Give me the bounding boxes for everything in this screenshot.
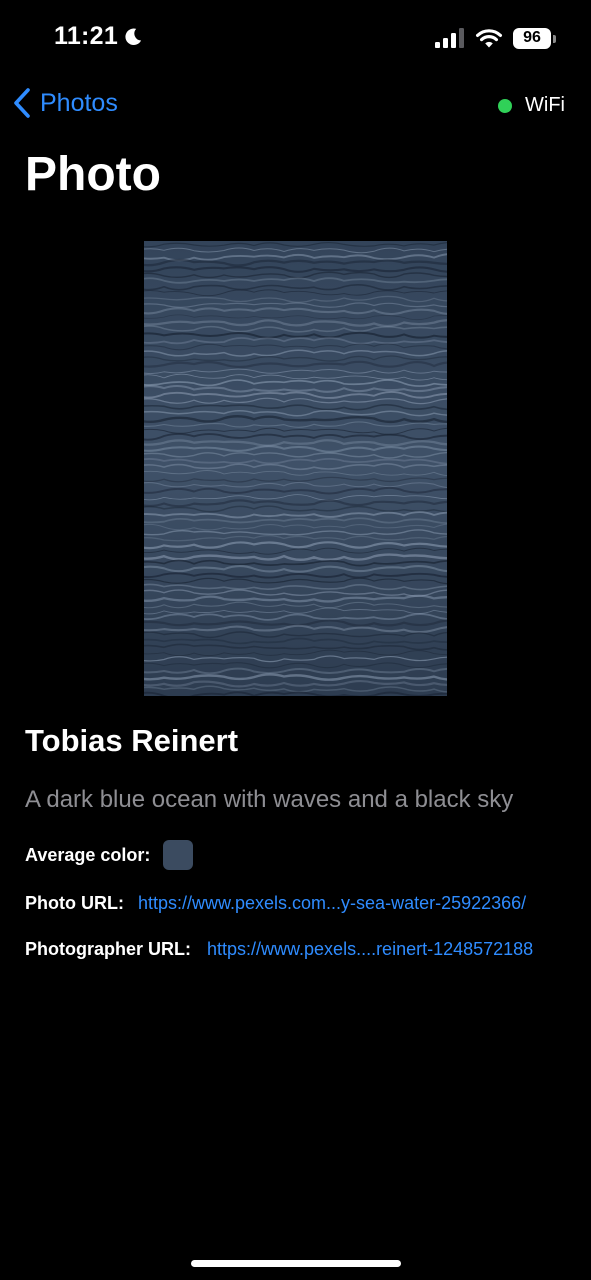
chevron-left-icon xyxy=(14,88,30,118)
average-color-row: Average color: xyxy=(25,840,194,870)
photographer-name: Tobias Reinert xyxy=(25,723,239,758)
average-color-label: Average color: xyxy=(25,844,151,865)
home-indicator[interactable] xyxy=(191,1260,401,1267)
navigation-bar: Photos WiFi xyxy=(0,84,591,128)
connection-status: WiFi xyxy=(498,94,565,117)
cellular-signal-icon xyxy=(435,28,464,48)
photo-url-link[interactable]: https://www.pexels.com...y-sea-water-259… xyxy=(138,893,526,914)
photo-url-row: Photo URL: https://www.pexels.com...y-se… xyxy=(25,893,526,914)
photographer-url-link[interactable]: https://www.pexels....reinert-1248572188 xyxy=(207,939,533,960)
battery-cap xyxy=(553,34,556,43)
wifi-icon xyxy=(476,29,502,48)
back-button[interactable]: Photos xyxy=(12,86,118,120)
photographer-url-label: Photographer URL: xyxy=(25,939,191,959)
moon-icon xyxy=(125,28,142,45)
status-time-group: 11:21 xyxy=(54,22,144,51)
battery-level: 96 xyxy=(523,29,541,46)
back-button-label: Photos xyxy=(40,88,118,117)
photographer-url-row: Photographer URL: https://www.pexels....… xyxy=(25,939,533,960)
battery-indicator: 96 xyxy=(513,27,556,49)
status-bar: 11:21 96 xyxy=(0,0,591,80)
ocean-waves-image xyxy=(144,241,447,696)
photo-url-label: Photo URL: xyxy=(25,893,124,913)
ocean-photo xyxy=(144,241,447,696)
status-time: 11:21 xyxy=(54,22,119,50)
photo-description: A dark blue ocean with waves and a black… xyxy=(25,786,514,813)
status-indicators: 96 xyxy=(433,27,556,49)
page-title: Photo xyxy=(25,148,161,201)
average-color-swatch xyxy=(163,840,194,870)
connection-status-dot xyxy=(498,98,513,113)
connection-status-label: WiFi xyxy=(525,94,565,116)
